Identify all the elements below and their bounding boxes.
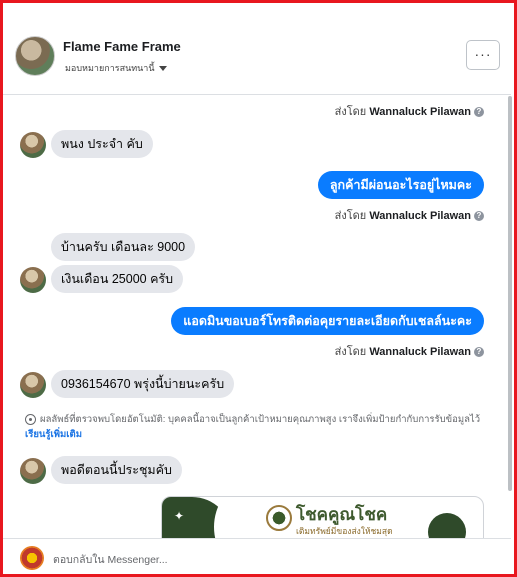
incoming-message[interactable]: พอดีตอนนี้ประชุมคับ (51, 456, 182, 484)
contact-avatar[interactable] (15, 36, 55, 76)
sent-by-line: ส่งโดย Wannaluck Pilawan? (335, 206, 484, 224)
contact-avatar-small (20, 458, 46, 484)
sent-by-line: ส่งโดย Wannaluck Pilawan? (335, 342, 484, 360)
more-options-button[interactable]: ··· (466, 40, 500, 70)
contact-name[interactable]: Flame Fame Frame (63, 39, 181, 54)
reply-input[interactable]: ตอบกลับใน Messenger... (53, 551, 168, 568)
assign-conversation-label: มอบหมายการสนทนานี้ (65, 63, 155, 73)
incoming-message[interactable]: บ้านครับ เดือนละ 9000 (51, 233, 196, 261)
reply-composer[interactable]: ตอบกลับใน Messenger... (3, 538, 511, 574)
brand-logo (266, 505, 292, 531)
thread-scrollbar[interactable] (508, 96, 512, 491)
atom-icon (25, 413, 36, 425)
contact-avatar-small (20, 372, 46, 398)
assign-conversation-dropdown[interactable]: มอบหมายการสนทนานี้ (65, 61, 167, 75)
conversation-header: Flame Fame Frame มอบหมายการสนทนานี้ ··· (3, 3, 511, 95)
white-curve (214, 497, 274, 538)
outgoing-message[interactable]: แอดมินขอเบอร์โทรติดต่อคุยรายละเอียดกับเช… (171, 307, 484, 335)
help-icon[interactable]: ? (474, 211, 484, 222)
auto-detection-note: ผลลัพธ์ที่ตรวจพบโดยอัตโนมัติ: บุคคลนี้อา… (25, 413, 481, 440)
sent-by-line: ส่งโดย Wannaluck Pilawan? (335, 102, 484, 120)
incoming-message[interactable]: เงินเดือน 25000 ครับ (51, 265, 184, 293)
outgoing-message[interactable]: ลูกค้ามีผ่อนอะไรอยู่ไหมคะ (317, 171, 484, 199)
caret-down-icon (158, 66, 167, 72)
message-thread[interactable]: ส่งโดย Wannaluck Pilawan? พนง ประจำ คับ … (3, 96, 508, 538)
help-icon[interactable]: ? (474, 107, 484, 118)
brand-tagline: เติมทรัพย์มีของส่งให้ชมสุด (296, 526, 393, 536)
contact-avatar-small (20, 132, 46, 158)
learn-more-link[interactable]: เรียนรู้เพิ่มเติม (25, 429, 82, 440)
incoming-message[interactable]: พนง ประจำ คับ (51, 130, 153, 158)
incoming-message[interactable]: 0936154670 พรุ่งนี้บ่ายนะครับ (51, 370, 235, 398)
sparkle-icon: ✦ (174, 509, 185, 523)
image-attachment-card[interactable]: ✦ โชคคูณโชค เติมทรัพย์มีของส่งให้ชมสุด (161, 496, 484, 538)
page-avatar (20, 546, 44, 570)
help-icon[interactable]: ? (474, 347, 484, 358)
contact-avatar-small (20, 267, 46, 293)
green-circle-decoration (428, 513, 466, 538)
